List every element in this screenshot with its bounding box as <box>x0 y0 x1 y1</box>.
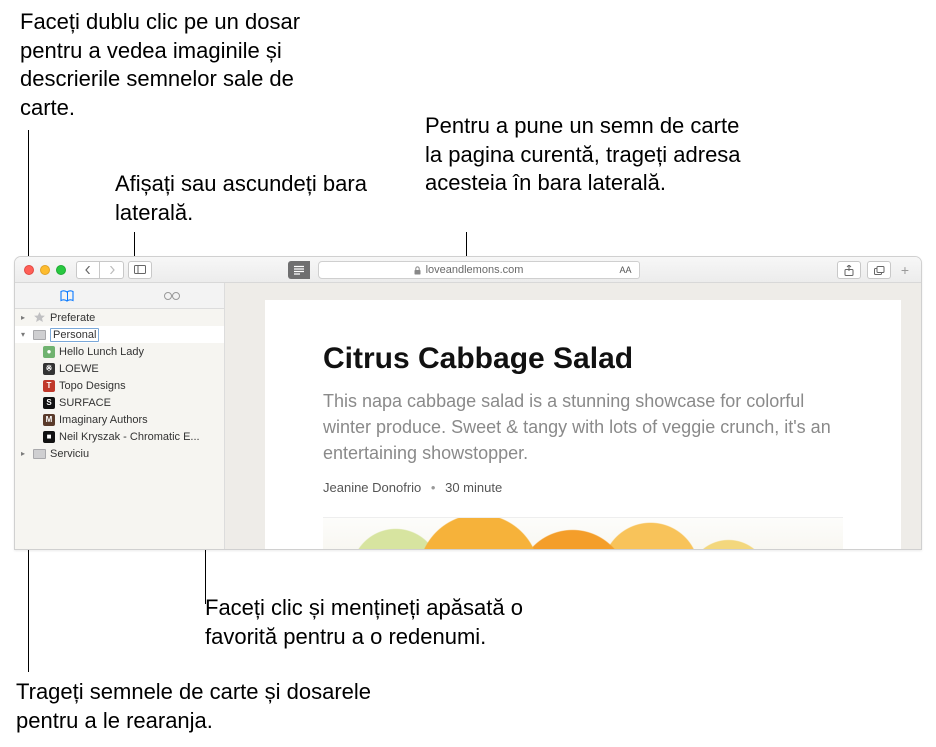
bookmark-item[interactable]: S SURFACE <box>15 394 224 411</box>
hero-image <box>323 517 843 550</box>
reading-list-tab[interactable] <box>120 283 225 308</box>
page-byline: Jeanine Donofrio • 30 minute <box>323 480 843 495</box>
safari-window: loveandlemons.com AA + <box>14 256 922 550</box>
callout-show-hide: Afișați sau ascundeți bara laterală. <box>115 170 375 227</box>
bookmark-item[interactable]: T Topo Designs <box>15 377 224 394</box>
right-tool-group: + <box>837 261 913 279</box>
disclosure-triangle-icon[interactable]: ▾ <box>21 330 29 339</box>
reader-page[interactable]: Citrus Cabbage Salad This napa cabbage s… <box>265 300 901 549</box>
nav-buttons <box>76 261 152 279</box>
window-toolbar: loveandlemons.com AA + <box>15 257 921 283</box>
favicon-icon: T <box>43 380 55 392</box>
bookmark-item[interactable]: ■ Neil Kryszak - Chromatic E... <box>15 428 224 445</box>
sidebar-toggle-button[interactable] <box>128 261 152 279</box>
callout-rename: Faceți clic și mențineți apăsată o favor… <box>205 594 585 651</box>
folder-preferate[interactable]: ▸ Preferate <box>15 309 224 326</box>
favicon-icon: ● <box>43 346 55 358</box>
page-author: Jeanine Donofrio <box>323 480 421 495</box>
book-icon <box>60 290 75 302</box>
chevron-right-icon <box>108 266 116 274</box>
bookmark-label: LOEWE <box>59 363 99 375</box>
reader-icon <box>293 265 305 275</box>
share-button[interactable] <box>837 261 861 279</box>
traffic-lights <box>24 265 66 275</box>
reader-mode-button[interactable] <box>288 261 310 279</box>
page-title: Citrus Cabbage Salad <box>323 342 843 376</box>
address-bar[interactable]: loveandlemons.com <box>318 261 618 279</box>
folder-icon <box>33 449 46 459</box>
star-folder-icon <box>33 312 46 323</box>
bookmark-label: Imaginary Authors <box>59 414 148 426</box>
disclosure-triangle-icon[interactable]: ▸ <box>21 313 29 322</box>
folder-personal[interactable]: ▾ Personal <box>15 326 224 343</box>
folder-label: Preferate <box>50 312 95 324</box>
favicon-icon: ※ <box>43 363 55 375</box>
chevron-left-icon <box>84 266 92 274</box>
favicon-icon: M <box>43 414 55 426</box>
callout-reorder: Trageți semnele de carte și dosarele pen… <box>16 678 396 735</box>
folder-label: Serviciu <box>50 448 89 460</box>
lock-icon <box>413 266 422 275</box>
callout-double-click: Faceți dublu clic pe un dosar pentru a v… <box>20 8 310 122</box>
favicon-icon: S <box>43 397 55 409</box>
content-area: Citrus Cabbage Salad This napa cabbage s… <box>225 283 921 549</box>
close-window-button[interactable] <box>24 265 34 275</box>
textsize-label: AA <box>619 265 631 275</box>
bookmarks-tab[interactable] <box>15 283 120 308</box>
folder-icon <box>33 330 46 340</box>
bookmark-label: SURFACE <box>59 397 111 409</box>
bookmark-label: Topo Designs <box>59 380 126 392</box>
sidebar-icon <box>134 265 146 274</box>
disclosure-triangle-icon[interactable]: ▸ <box>21 449 29 458</box>
separator-dot-icon: • <box>431 480 436 495</box>
bookmark-item[interactable]: ※ LOEWE <box>15 360 224 377</box>
page-duration: 30 minute <box>445 480 502 495</box>
fullscreen-window-button[interactable] <box>56 265 66 275</box>
bookmark-item[interactable]: M Imaginary Authors <box>15 411 224 428</box>
minimize-window-button[interactable] <box>40 265 50 275</box>
sidebar-mode-tabs <box>15 283 225 309</box>
bookmarks-sidebar: ▸ Preferate ▾ Personal ● Hello Lunch Lad… <box>15 309 225 549</box>
folder-serviciu[interactable]: ▸ Serviciu <box>15 445 224 462</box>
page-description: This napa cabbage salad is a stunning sh… <box>323 388 843 466</box>
new-tab-button[interactable]: + <box>897 262 913 278</box>
url-host-text: loveandlemons.com <box>426 264 524 276</box>
bookmark-item[interactable]: ● Hello Lunch Lady <box>15 343 224 360</box>
glasses-icon <box>163 291 181 301</box>
forward-button[interactable] <box>100 261 124 279</box>
bookmark-label: Neil Kryszak - Chromatic E... <box>59 431 200 443</box>
folder-label-editing[interactable]: Personal <box>50 328 99 342</box>
textsize-button[interactable]: AA <box>612 261 640 279</box>
share-icon <box>844 265 854 276</box>
tabs-icon <box>874 266 885 275</box>
tabs-button[interactable] <box>867 261 891 279</box>
back-button[interactable] <box>76 261 100 279</box>
callout-bookmark-drag: Pentru a pune un semn de carte la pagina… <box>425 112 745 198</box>
bookmark-label: Hello Lunch Lady <box>59 346 144 358</box>
favicon-icon: ■ <box>43 431 55 443</box>
